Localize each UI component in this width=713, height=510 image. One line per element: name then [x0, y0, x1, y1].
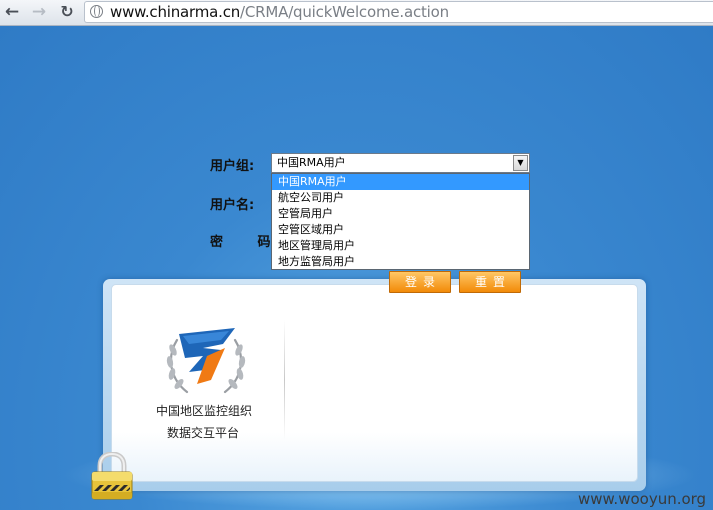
- dropdown-option[interactable]: 空管局用户: [272, 206, 529, 222]
- reset-button[interactable]: 重置: [459, 271, 521, 293]
- browser-toolbar: ← → ↻ www.chinarma.cn/CRMA/quickWelcome.…: [0, 0, 713, 26]
- padlock-icon: [91, 452, 133, 500]
- forward-arrow-icon[interactable]: →: [29, 2, 49, 22]
- watermark-text: www.wooyun.org: [578, 490, 707, 508]
- dropdown-option[interactable]: 地区管理局用户: [272, 238, 529, 254]
- user-group-select-value: 中国RMA用户: [277, 156, 346, 169]
- url-text[interactable]: www.chinarma.cn/CRMA/quickWelcome.action: [110, 3, 449, 21]
- username-label: 用户名:: [210, 198, 255, 213]
- panel-divider: [284, 320, 285, 440]
- dropdown-option[interactable]: 航空公司用户: [272, 190, 529, 206]
- user-group-select[interactable]: 中国RMA用户 ▼: [271, 153, 530, 173]
- url-host: www.chinarma.cn: [110, 3, 241, 21]
- dropdown-option[interactable]: 空管区域用户: [272, 222, 529, 238]
- organization-name-line1: 中国地区监控组织: [156, 404, 253, 418]
- user-group-dropdown-list[interactable]: 中国RMA用户 航空公司用户 空管局用户 空管区域用户 地区管理局用户 地方监管局用户: [271, 173, 530, 270]
- dropdown-option[interactable]: 地方监管局用户: [272, 254, 529, 270]
- globe-icon: [90, 5, 103, 18]
- organization-name-line2: 数据交互平台: [167, 426, 240, 440]
- dropdown-arrow-icon[interactable]: ▼: [513, 155, 528, 171]
- url-path: /CRMA/quickWelcome.action: [240, 3, 449, 21]
- address-bar[interactable]: www.chinarma.cn/CRMA/quickWelcome.action: [84, 1, 713, 23]
- organization-logo-icon: [166, 328, 246, 394]
- dropdown-option[interactable]: 中国RMA用户: [272, 174, 529, 190]
- user-group-label: 用户组:: [210, 159, 255, 174]
- reload-icon[interactable]: ↻: [57, 2, 77, 22]
- login-button[interactable]: 登录: [389, 271, 451, 293]
- back-arrow-icon[interactable]: ←: [2, 2, 22, 22]
